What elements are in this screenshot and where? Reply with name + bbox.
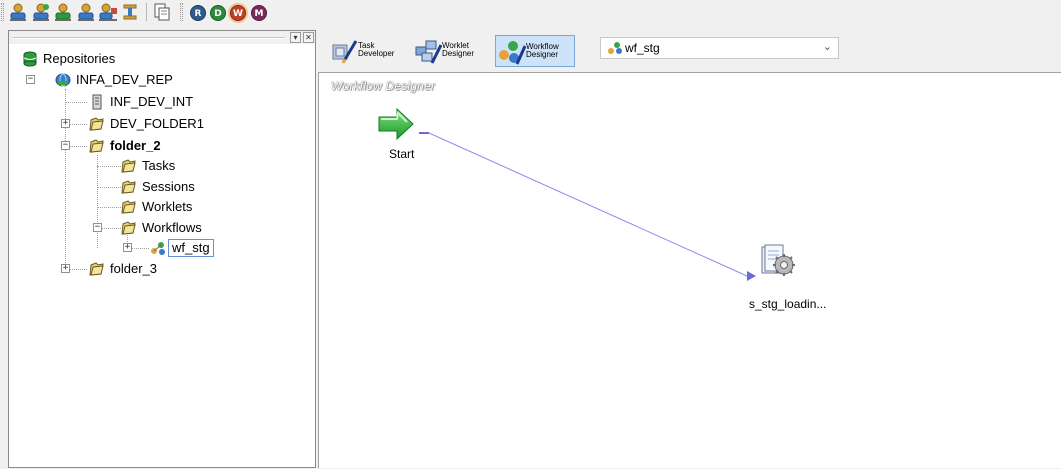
repository-manager-button[interactable]: R — [190, 5, 206, 21]
collapse-icon[interactable]: − — [61, 141, 70, 150]
folder-icon — [121, 158, 137, 174]
folder-icon — [121, 199, 137, 215]
toolbar-separator — [146, 3, 147, 21]
designer-button[interactable]: D — [210, 5, 226, 21]
tree-connector — [65, 89, 66, 269]
collapse-icon[interactable]: − — [93, 223, 102, 232]
user-add-icon[interactable] — [53, 2, 73, 22]
folder-icon — [89, 116, 105, 132]
workflow-link[interactable] — [428, 132, 748, 277]
workflow-monitor-button[interactable]: M — [251, 5, 267, 21]
tree-node-label: Repositories — [43, 51, 116, 66]
workflow-canvas[interactable]: Workflow Designer Start s_stg_loadin... — [318, 72, 1061, 468]
workflow-select-value: wf_stg — [625, 41, 660, 55]
tree-node-label: wf_stg — [168, 239, 214, 257]
expand-icon[interactable]: + — [61, 119, 70, 128]
tree-node-label: Sessions — [142, 179, 195, 194]
tree-node-label: folder_2 — [110, 138, 161, 153]
folder-icon — [89, 138, 105, 154]
pane-restore-icon[interactable]: ▾ — [290, 32, 301, 43]
repository-tree: Repositories − INFA_DEV_REP INF_DEV_INT … — [9, 45, 315, 465]
main-toolbar: R D W M — [0, 0, 1061, 26]
table-icon[interactable] — [120, 2, 140, 22]
expand-icon[interactable]: + — [61, 264, 70, 273]
task-developer-button[interactable]: Task Developer — [328, 35, 406, 67]
workflow-designer-icon — [498, 38, 527, 66]
pane-close-icon[interactable]: ✕ — [303, 32, 314, 43]
expand-icon[interactable]: + — [123, 243, 132, 252]
database-icon — [22, 51, 38, 67]
workflow-designer-button[interactable]: Workflow Designer — [495, 35, 575, 67]
start-task[interactable] — [377, 107, 417, 143]
session-icon — [761, 244, 795, 276]
worklet-designer-button[interactable]: Worklet Designer — [412, 35, 488, 67]
folder-icon — [121, 220, 137, 236]
start-arrow-icon — [378, 107, 414, 141]
chevron-down-icon[interactable]: ⌄ — [823, 40, 832, 53]
workflow-select[interactable]: wf_stg ⌄ — [600, 37, 839, 59]
tree-node-label: DEV_FOLDER1 — [110, 116, 204, 131]
button-label: Task Developer — [358, 41, 395, 58]
start-task-label: Start — [389, 147, 415, 161]
tree-node-label: folder_3 — [110, 261, 157, 276]
folder-icon — [89, 261, 105, 277]
session-task-label: s_stg_loadin... — [749, 297, 827, 311]
worklet-designer-icon — [414, 37, 443, 65]
collapse-icon[interactable]: − — [26, 75, 35, 84]
copy-icon[interactable] — [152, 2, 172, 22]
tree-node-label: Worklets — [142, 199, 193, 214]
tree-node-label: INF_DEV_INT — [110, 94, 194, 109]
repository-icon — [55, 72, 71, 88]
user-disconnect-icon[interactable] — [31, 2, 51, 22]
workflow-icon — [607, 41, 623, 55]
tree-node-label: Workflows — [142, 220, 202, 235]
user-connect-icon[interactable] — [8, 2, 28, 22]
user-group-icon[interactable] — [98, 2, 118, 22]
button-label: Workflow Designer — [526, 42, 559, 59]
folder-icon — [121, 179, 137, 195]
session-task[interactable] — [760, 244, 796, 280]
workflow-manager-button[interactable]: W — [230, 5, 246, 21]
task-developer-icon — [330, 37, 358, 65]
button-label: Worklet Designer — [442, 41, 475, 58]
navigator-header: ▾ ✕ — [8, 30, 316, 44]
link-layer — [419, 132, 756, 281]
designer-toolbar: Task Developer Worklet Designer Workflow De… — [318, 30, 1061, 72]
link-arrow-icon — [747, 271, 756, 281]
server-icon — [89, 94, 105, 110]
tree-node-label: INFA_DEV_REP — [76, 72, 173, 87]
toolbar-grip[interactable] — [1, 3, 4, 21]
toolbar-grip[interactable] — [180, 3, 183, 21]
workflow-icon — [150, 240, 166, 256]
user-browse-icon[interactable] — [76, 2, 96, 22]
tree-node-label: Tasks — [142, 158, 176, 173]
